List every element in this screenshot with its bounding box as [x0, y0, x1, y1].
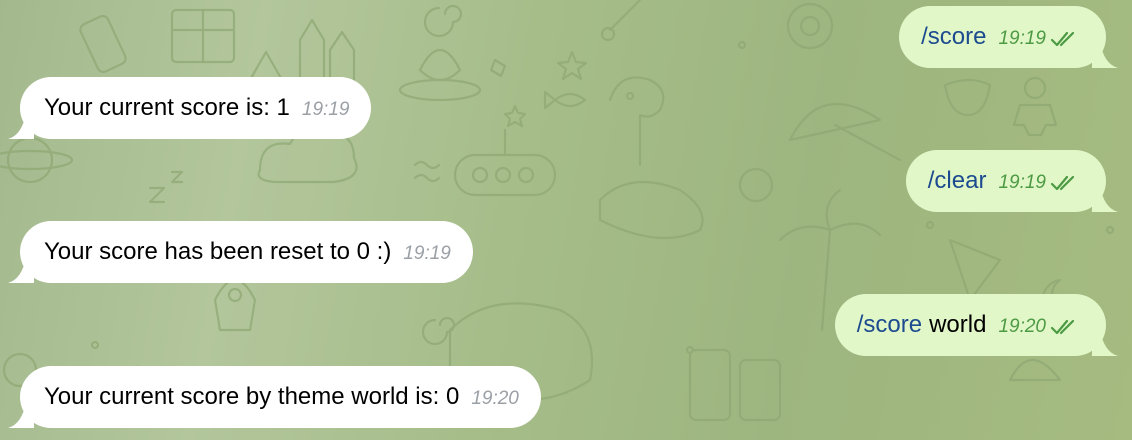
- bubble-tail: [8, 257, 34, 283]
- bubble-tail: [1092, 42, 1118, 68]
- bot-command-link[interactable]: /clear: [928, 167, 987, 195]
- bubble-tail: [8, 402, 34, 428]
- read-double-check-icon: [1050, 31, 1075, 47]
- bot-command-link[interactable]: /score: [857, 311, 922, 339]
- outgoing-message[interactable]: /score 19:19: [899, 6, 1118, 68]
- read-double-check-icon: [1050, 175, 1075, 191]
- bubble-tail: [1092, 186, 1118, 212]
- message-text: Your current score by theme world is: 0: [44, 383, 460, 410]
- message-time: 19:20: [471, 388, 519, 409]
- outgoing-message[interactable]: /score world 19:20: [834, 294, 1118, 356]
- message-time: 19:20: [998, 316, 1046, 337]
- message-time: 19:19: [403, 243, 451, 264]
- message-text: Your current score is: 1: [44, 94, 290, 121]
- message-time: 19:19: [998, 172, 1046, 193]
- incoming-message[interactable]: Your current score is: 1 19:19: [8, 77, 372, 139]
- message-text: world: [929, 311, 987, 338]
- message-time: 19:19: [301, 99, 350, 120]
- bot-command-link[interactable]: /score: [921, 23, 986, 51]
- incoming-message[interactable]: Your score has been reset to 0 :) 19:19: [8, 221, 473, 283]
- read-double-check-icon: [1050, 319, 1075, 335]
- outgoing-message[interactable]: /clear 19:19: [905, 150, 1118, 212]
- bubble-tail: [8, 113, 34, 139]
- message-text: Your score has been reset to 0 :): [44, 238, 392, 265]
- message-time: 19:19: [998, 28, 1046, 49]
- chat-area[interactable]: /score 19:19 Your current score is: 1 19…: [0, 0, 1132, 440]
- bubble-tail: [1092, 330, 1118, 356]
- incoming-message[interactable]: Your current score by theme world is: 0 …: [8, 366, 541, 428]
